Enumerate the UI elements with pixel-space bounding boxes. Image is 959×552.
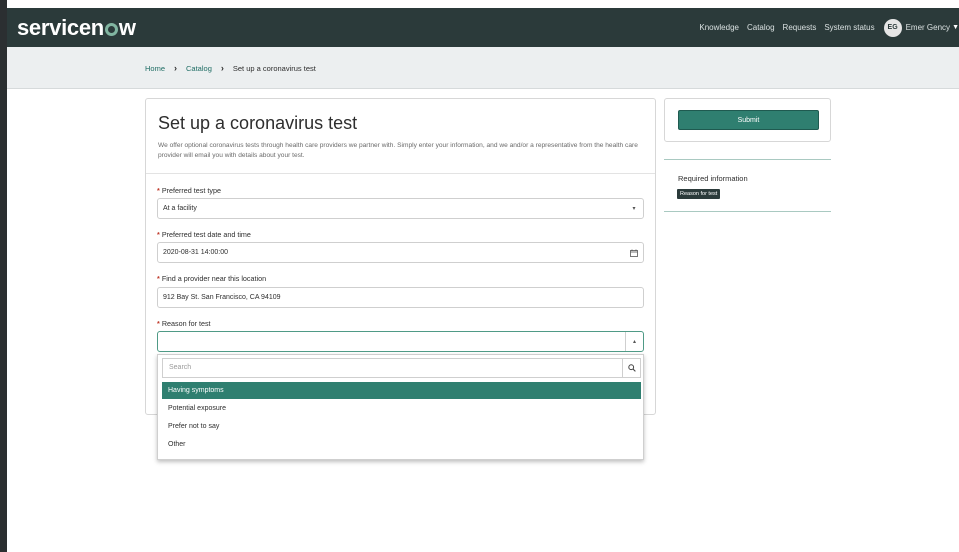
date-time-value: 2020-08-31 14:00:00 [163,249,228,256]
required-asterisk: * [157,274,160,283]
user-menu-caret-icon[interactable]: ▼ [952,24,959,31]
search-icon[interactable] [622,359,640,377]
location-label-text: Find a provider near this location [161,274,267,283]
reason-select[interactable]: ▴ [157,331,644,352]
dropdown-option[interactable]: Other [162,436,641,453]
divider [664,159,831,160]
chevron-right-icon: › [174,63,178,73]
required-asterisk: * [157,186,160,195]
required-info-title: Required information [678,174,748,183]
date-time-label-text: Preferred test date and time [161,230,251,239]
reason-label: * Reason for test [157,319,211,328]
nav-knowledge[interactable]: Knowledge [699,23,739,32]
date-time-field[interactable]: 2020-08-31 14:00:00 [157,242,644,263]
calendar-icon[interactable] [625,243,643,262]
page-title: Set up a coronavirus test [158,113,358,133]
chevron-right-icon: › [220,63,224,73]
required-field-badge[interactable]: Reason for test [677,189,721,199]
chevron-up-icon[interactable]: ▴ [625,332,643,351]
test-type-value: At a facility [163,205,197,212]
location-field[interactable]: 912 Bay St. San Francisco, CA 94109 [157,287,644,308]
breadcrumb-catalog[interactable]: Catalog [186,64,212,73]
user-name[interactable]: Emer Gency [906,23,950,32]
date-time-label: * Preferred test date and time [157,230,251,239]
test-type-label-text: Preferred test type [161,186,221,195]
chevron-down-icon[interactable]: ▾ [625,199,643,218]
top-navigation-bar: servicen w Knowledge Catalog Requests Sys… [7,8,959,47]
required-asterisk: * [157,319,160,328]
header-nav: Knowledge Catalog Requests System status… [691,8,959,47]
required-asterisk: * [157,230,160,239]
reason-label-text: Reason for test [161,319,211,328]
dropdown-search-placeholder: Search [169,364,192,371]
test-type-label: * Preferred test type [157,186,221,195]
submit-button[interactable]: Submit [678,110,819,130]
avatar[interactable]: EG [883,18,902,37]
dropdown-option[interactable]: Potential exposure [162,400,641,417]
breadcrumb: Home › Catalog › Set up a coronavirus te… [145,63,316,73]
window-top-strip [0,0,959,8]
submit-panel: Submit [664,98,831,142]
nav-system-status[interactable]: System status [824,23,874,32]
form-description: We offer optional coronavirus tests thro… [158,142,638,159]
breadcrumb-bar: Home › Catalog › Set up a coronavirus te… [7,47,959,89]
dropdown-search-input[interactable]: Search [162,358,641,378]
nav-requests[interactable]: Requests [783,23,817,32]
location-value: 912 Bay St. San Francisco, CA 94109 [163,294,281,301]
reason-dropdown: Search Having symptoms Potential exposur… [157,354,644,460]
form-header: Set up a coronavirus test We offer optio… [146,99,655,174]
dropdown-option[interactable]: Prefer not to say [162,418,641,435]
breadcrumb-home[interactable]: Home [145,64,165,73]
nav-catalog[interactable]: Catalog [747,23,775,32]
servicenow-logo[interactable]: servicen w [17,15,136,41]
divider [664,211,831,212]
breadcrumb-current: Set up a coronavirus test [232,63,316,73]
dropdown-option[interactable]: Having symptoms [162,382,641,399]
test-type-select[interactable]: At a facility ▾ [157,198,644,219]
window-left-frame [0,0,7,552]
location-label: * Find a provider near this location [157,274,266,283]
